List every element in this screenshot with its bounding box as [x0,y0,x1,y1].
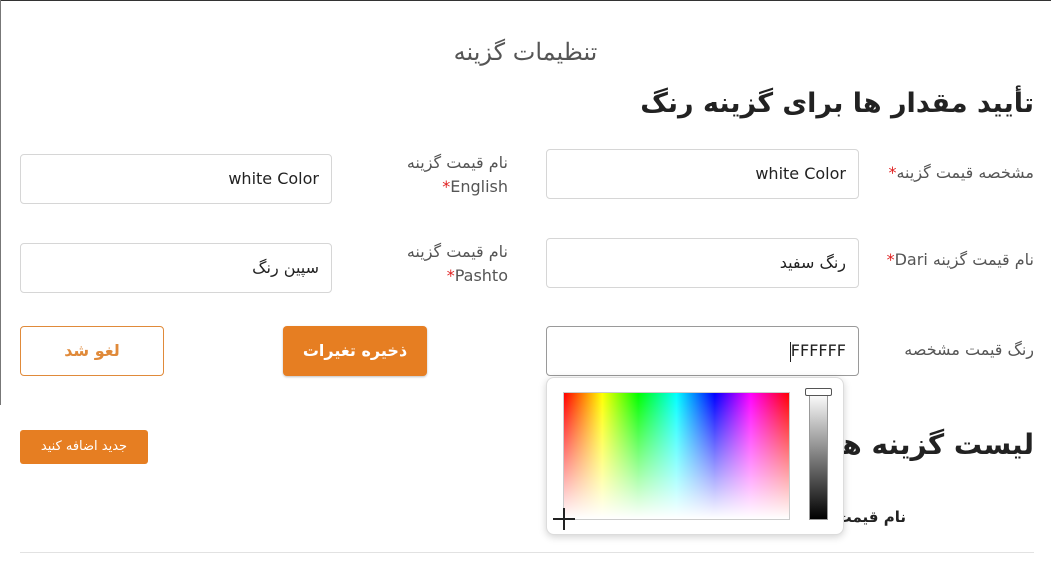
section-title: تأیید مقدار ها برای گزینه رنگ [640,88,1034,119]
option-value-name-dari-input[interactable]: رنگ سفید [546,238,859,288]
list-title: لیست گزینه ها [831,428,1034,461]
cancel-button[interactable]: لغو شد [20,326,164,376]
required-mark: * [886,250,895,269]
table-divider [20,552,1034,553]
option-value-name-english-label-line2-wrap: English* [407,175,508,199]
option-value-name-pashto-label-line2: Pashto [454,266,508,285]
option-value-color-input[interactable]: FFFFFF [546,326,859,376]
option-value-name-pashto-label: نام قیمت گزینه Pashto* [407,240,508,288]
option-value-name-english-label: نام قیمت گزینه English* [407,151,508,199]
option-value-name-pashto-input[interactable]: سپین رنگ [20,243,332,293]
option-value-name-dari-label: نام قیمت گزینه Dari* [887,248,1034,272]
option-value-name-pashto-label-line1: نام قیمت گزینه [406,242,508,261]
option-value-name-english-label-line1: نام قیمت گزینه [406,153,508,172]
add-new-button[interactable]: جدید اضافه کنید [20,430,148,464]
color-saturation-area[interactable] [563,392,790,520]
crosshair-icon[interactable] [553,508,575,530]
lightness-slider[interactable] [809,392,828,520]
top-border [0,0,1051,1]
option-value-name-english-label-line2: English [450,177,508,196]
save-button[interactable]: ذخیره تغیرات [283,326,427,376]
option-value-id-label: مشخصه قیمت گزینه* [888,161,1034,185]
option-value-name-dari-label-text: نام قیمت گزینه Dari [894,250,1034,269]
option-value-id-input[interactable]: white Color [546,149,859,199]
required-mark: * [446,266,455,285]
lightness-slider-handle[interactable] [805,388,832,396]
page-title: تنظیمات گزینه [453,38,598,66]
option-value-id-label-text: مشخصه قیمت گزینه [896,163,1034,182]
column-header-name: نام قیمت [836,508,906,526]
option-value-name-pashto-label-line2-wrap: Pashto* [407,264,508,288]
color-picker-popup [546,377,844,535]
color-value-text: FFFFFF [790,341,846,360]
option-value-color-label: رنگ قیمت مشخصه [904,340,1034,359]
option-value-name-english-input[interactable]: white Color [20,154,332,204]
